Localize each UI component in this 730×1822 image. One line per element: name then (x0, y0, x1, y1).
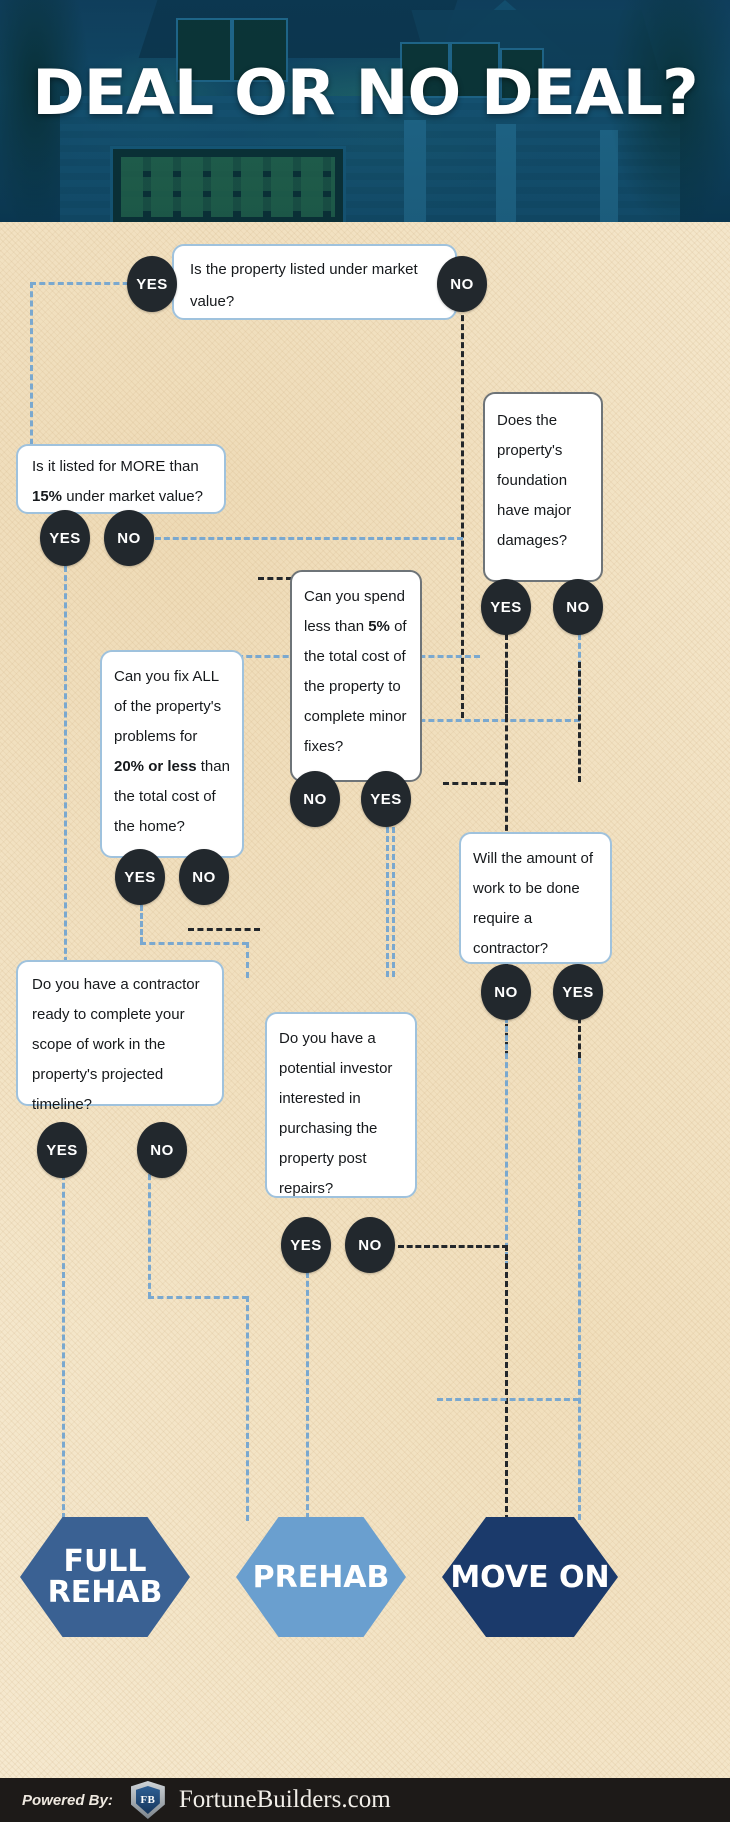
q7-yes-pill[interactable]: YES (37, 1122, 87, 1178)
q8-text: Do you have a potential investor interes… (279, 1030, 393, 1197)
connector (578, 1058, 581, 1520)
question-box-q3: Does the property's foundation have majo… (483, 392, 603, 582)
q2-no-pill[interactable]: NO (104, 510, 154, 566)
yes-label: YES (290, 1236, 322, 1254)
q6-text: Will the amount of work to be done requi… (473, 850, 594, 957)
no-label: NO (150, 1141, 174, 1159)
question-box-q7: Do you have a contractor ready to comple… (16, 960, 224, 1113)
q2-yes-pill[interactable]: YES (40, 510, 90, 566)
no-label: NO (303, 790, 327, 808)
connector (148, 1156, 151, 1298)
yes-label: YES (46, 1141, 78, 1159)
q1-text: Is the property listed under market valu… (190, 261, 418, 310)
connector (578, 662, 581, 782)
connector (258, 577, 292, 580)
outcome-label: PREHAB (252, 1559, 390, 1595)
q4-no-pill[interactable]: NO (290, 771, 340, 827)
q1-no-pill[interactable]: NO (437, 256, 487, 312)
q8-yes-pill[interactable]: YES (281, 1217, 331, 1273)
q3-text: Does the property's foundation have majo… (497, 412, 572, 549)
shield-monogram: FB (135, 1786, 160, 1814)
outcome-label: FULL REHAB (47, 1544, 163, 1610)
yes-label: YES (370, 790, 402, 808)
no-label: NO (192, 868, 216, 886)
yes-label: YES (49, 529, 81, 547)
question-box-q8: Do you have a potential investor interes… (265, 1012, 417, 1198)
page-title: DEAL OR NO DEAL? (32, 56, 698, 129)
connector (505, 1017, 508, 1267)
no-label: NO (358, 1236, 382, 1254)
q1-yes-pill[interactable]: YES (127, 256, 177, 312)
question-box-q4: Can you spend less than 5% of the total … (290, 570, 422, 782)
connector (437, 1398, 579, 1401)
q2-text-bold: 15% (32, 488, 63, 505)
question-box-q2: Is it listed for MORE than 15% under mar… (16, 444, 226, 514)
q4-text-bold: 5% (368, 618, 390, 635)
connector (505, 1245, 508, 1521)
connector (461, 288, 464, 718)
connector (30, 282, 33, 454)
connector (64, 566, 67, 972)
q6-yes-pill[interactable]: YES (553, 964, 603, 1020)
q4-text-2: of the total cost of the property to com… (304, 618, 407, 755)
yes-label: YES (124, 868, 156, 886)
yes-label: YES (136, 275, 168, 293)
no-label: NO (450, 275, 474, 293)
question-box-q5: Can you fix ALL of the property's proble… (100, 650, 244, 858)
connector (306, 1272, 309, 1519)
q3-no-pill[interactable]: NO (553, 579, 603, 635)
outcome-label: MOVE ON (450, 1559, 610, 1595)
yes-label: YES (562, 983, 594, 1001)
no-label: NO (494, 983, 518, 1001)
footer-bar: Powered By: FB FortuneBuilders.com (0, 1778, 730, 1822)
q4-yes-pill[interactable]: YES (361, 771, 411, 827)
connector (386, 827, 389, 977)
connector (246, 942, 249, 978)
q5-yes-pill[interactable]: YES (115, 849, 165, 905)
fortunebuilders-shield-icon: FB (130, 1781, 165, 1819)
q7-text: Do you have a contractor ready to comple… (32, 976, 200, 1113)
hero-banner: DEAL OR NO DEAL? (0, 0, 730, 222)
connector (155, 537, 463, 540)
q5-no-pill[interactable]: NO (179, 849, 229, 905)
infographic-page: DEAL OR NO DEAL? Is the property listed … (0, 0, 730, 1822)
q6-no-pill[interactable]: NO (481, 964, 531, 1020)
q3-yes-pill[interactable]: YES (481, 579, 531, 635)
connector (148, 1296, 248, 1299)
yes-label: YES (490, 598, 522, 616)
q5-text-1: Can you fix ALL of the property's proble… (114, 668, 222, 745)
q7-no-pill[interactable]: NO (137, 1122, 187, 1178)
question-box-q6: Will the amount of work to be done requi… (459, 832, 612, 964)
q2-text-pre: Is it listed for MORE than (32, 458, 199, 475)
connector (62, 1156, 65, 1519)
brand-name: FortuneBuilders.com (178, 1786, 391, 1813)
connector (443, 782, 505, 785)
connector (140, 905, 143, 943)
q8-no-pill[interactable]: NO (345, 1217, 395, 1273)
connector (30, 282, 138, 285)
connector (140, 942, 248, 945)
connector (188, 928, 260, 931)
question-box-q1: Is the property listed under market valu… (172, 244, 457, 320)
q2-text-post: under market value? (62, 488, 203, 505)
no-label: NO (566, 598, 590, 616)
no-label: NO (117, 529, 141, 547)
connector (398, 1245, 508, 1248)
connector (246, 1296, 249, 1521)
q5-text-bold: 20% or less (114, 758, 197, 775)
powered-by-label: Powered By: (22, 1791, 113, 1809)
